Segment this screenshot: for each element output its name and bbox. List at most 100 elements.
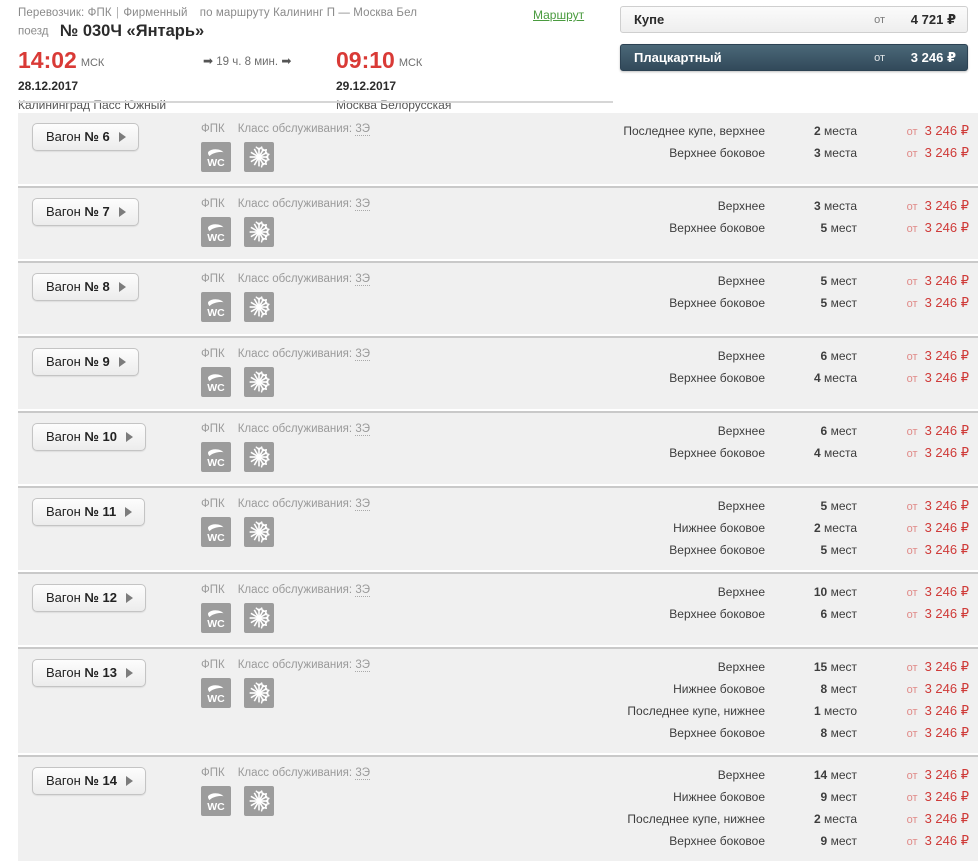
seat-price[interactable]: от 3 246 ₽ — [857, 445, 969, 461]
seat-price[interactable]: от 3 246 ₽ — [857, 145, 969, 161]
car-select-button[interactable]: Вагон № 13 — [32, 659, 146, 687]
class-tab-from-label: от — [874, 51, 885, 64]
car-number: № 8 — [84, 279, 110, 294]
wc-icon: WC — [201, 517, 231, 547]
seat-count-number: 3 — [814, 199, 821, 213]
car-amenities: WC — [201, 678, 608, 708]
car-row: Вагон № 11 ФПК Класс обслуживания: 3Э WC Вер… — [18, 486, 978, 570]
price-value: 3 246 ₽ — [924, 606, 969, 621]
price-from-label: от — [906, 728, 918, 740]
car-select-button[interactable]: Вагон № 9 — [32, 348, 139, 376]
service-class-value[interactable]: 3Э — [355, 767, 370, 780]
seat-price[interactable]: от 3 246 ₽ — [857, 659, 969, 675]
chevron-right-icon — [125, 667, 133, 678]
seat-count-number: 8 — [820, 682, 828, 696]
price-from-label: от — [906, 126, 918, 138]
price-from-label: от — [906, 501, 918, 513]
car-prefix: Вагон — [46, 590, 81, 605]
route-link[interactable]: Маршрут — [533, 8, 584, 22]
seat-price[interactable]: от 3 246 ₽ — [857, 273, 969, 289]
seat-price[interactable]: от 3 246 ₽ — [857, 498, 969, 514]
service-class-label: Класс обслуживания: — [237, 273, 353, 285]
operator-label: ФПК — [201, 498, 225, 510]
car-select-button[interactable]: Вагон № 6 — [32, 123, 139, 151]
car-prefix: Вагон — [46, 773, 81, 788]
seat-type-name: Верхнее — [717, 768, 765, 782]
seat-price[interactable]: от 3 246 ₽ — [857, 123, 969, 139]
price-value: 3 246 ₽ — [924, 295, 969, 310]
class-tab-1[interactable]: Купе от 4 721 ₽ — [620, 6, 968, 33]
trip-duration: ➡ 19 ч. 8 мин. ➡ — [203, 54, 291, 68]
seat-price[interactable]: от 3 246 ₽ — [857, 198, 969, 214]
seat-price[interactable]: от 3 246 ₽ — [857, 370, 969, 386]
seat-price[interactable]: от 3 246 ₽ — [857, 767, 969, 783]
car-seats-cell: Верхнее 5 мест от 3 246 ₽ Нижнее боковое 2 ме… — [608, 498, 978, 558]
service-class-value[interactable]: 3Э — [355, 348, 370, 361]
price-from-label: от — [906, 662, 918, 674]
seat-price[interactable]: от 3 246 ₽ — [857, 423, 969, 439]
seat-count-word: мест — [830, 499, 857, 513]
svg-text:WC: WC — [207, 693, 225, 705]
seat-type-row: Верхнее боковое 6 мест от 3 246 ₽ — [608, 606, 969, 622]
service-class-label: Класс обслуживания: — [237, 584, 353, 596]
service-class-label: Класс обслуживания: — [237, 123, 353, 135]
seat-price[interactable]: от 3 246 ₽ — [857, 833, 969, 849]
car-seats-cell: Верхнее 3 места от 3 246 ₽ Верхнее боковое 5 … — [608, 198, 978, 236]
seat-price[interactable]: от 3 246 ₽ — [857, 681, 969, 697]
seat-count-word: места — [824, 124, 857, 138]
price-from-label: от — [906, 351, 918, 363]
seat-count-word: мест — [830, 349, 857, 363]
svg-text:WC: WC — [207, 232, 225, 244]
service-class-value[interactable]: 3Э — [355, 659, 370, 672]
seat-price[interactable]: от 3 246 ₽ — [857, 220, 969, 236]
seat-price[interactable]: от 3 246 ₽ — [857, 295, 969, 311]
service-class-value[interactable]: 3Э — [355, 123, 370, 136]
price-from-label: от — [906, 545, 918, 557]
price-value: 3 246 ₽ — [924, 348, 969, 363]
service-class-value[interactable]: 3Э — [355, 423, 370, 436]
operator-label: ФПК — [201, 659, 225, 671]
class-tab-label: Купе — [634, 12, 665, 27]
service-class-value[interactable]: 3Э — [355, 198, 370, 211]
car-info-cell: ФПК Класс обслуживания: 3Э WC — [188, 767, 608, 816]
seat-count-word: мест — [830, 274, 857, 288]
seat-count-word: мест — [830, 221, 857, 235]
service-class-value[interactable]: 3Э — [355, 273, 370, 286]
seat-price[interactable]: от 3 246 ₽ — [857, 520, 969, 536]
service-class-value[interactable]: 3Э — [355, 498, 370, 511]
seat-price[interactable]: от 3 246 ₽ — [857, 789, 969, 805]
seat-count-word: места — [824, 199, 857, 213]
car-select-button[interactable]: Вагон № 7 — [32, 198, 139, 226]
car-button-label: Вагон № 12 — [46, 590, 117, 605]
seat-price[interactable]: от 3 246 ₽ — [857, 606, 969, 622]
air-conditioning-icon — [244, 292, 274, 322]
car-amenities: WC — [201, 442, 608, 472]
car-select-button[interactable]: Вагон № 12 — [32, 584, 146, 612]
price-from-label: от — [906, 684, 918, 696]
svg-text:WC: WC — [207, 457, 225, 469]
seat-count-word: места — [824, 812, 857, 826]
seat-type-row: Последнее купе, нижнее 1 место от 3 246 ₽ — [608, 703, 969, 719]
car-row: Вагон № 8 ФПК Класс обслуживания: 3Э WC Верх… — [18, 261, 978, 334]
seat-type-row: Нижнее боковое 8 мест от 3 246 ₽ — [608, 681, 969, 697]
price-value: 3 246 ₽ — [924, 423, 969, 438]
chevron-right-icon — [118, 281, 126, 292]
seat-count-word: мест — [830, 682, 857, 696]
seat-price[interactable]: от 3 246 ₽ — [857, 725, 969, 741]
seat-count: 6 мест — [765, 349, 857, 363]
car-prefix: Вагон — [46, 129, 81, 144]
seat-count-number: 2 — [814, 124, 821, 138]
seat-price[interactable]: от 3 246 ₽ — [857, 542, 969, 558]
car-select-button[interactable]: Вагон № 10 — [32, 423, 146, 451]
seat-type-name: Верхнее — [717, 499, 765, 513]
seat-price[interactable]: от 3 246 ₽ — [857, 703, 969, 719]
seat-price[interactable]: от 3 246 ₽ — [857, 348, 969, 364]
car-select-button[interactable]: Вагон № 11 — [32, 498, 146, 526]
seat-count-number: 8 — [820, 726, 828, 740]
car-select-button[interactable]: Вагон № 8 — [32, 273, 139, 301]
car-prefix: Вагон — [46, 354, 81, 369]
service-class-value[interactable]: 3Э — [355, 584, 370, 597]
car-select-button[interactable]: Вагон № 14 — [32, 767, 146, 795]
class-tab-2[interactable]: Плацкартный от 3 246 ₽ — [620, 44, 968, 71]
seat-price[interactable]: от 3 246 ₽ — [857, 584, 969, 600]
